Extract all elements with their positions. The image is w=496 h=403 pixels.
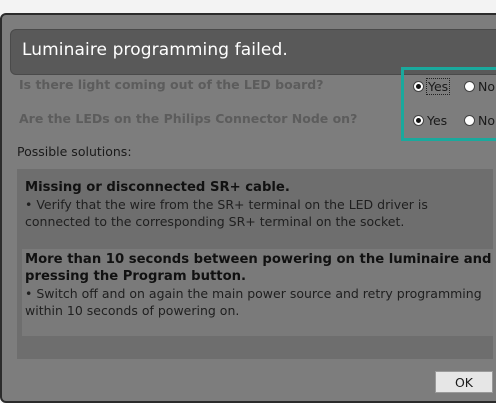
possible-solutions-heading: Possible solutions: [17, 144, 132, 159]
error-dialog: Luminaire programming failed. Is there l… [0, 13, 496, 403]
solutions-list[interactable]: Missing or disconnected SR+ cable. • Ver… [17, 169, 493, 359]
radio-label: Yes [427, 113, 448, 128]
question2-yes-radio[interactable]: Yes [413, 113, 447, 128]
answers-group: Yes No Yes No [401, 67, 496, 141]
radio-selected-icon [413, 81, 424, 92]
radio-label: No [478, 79, 495, 94]
question-light-from-led-board: Is there light coming out of the LED boa… [19, 77, 324, 92]
radio-unselected-icon [464, 115, 475, 126]
radio-selected-icon [413, 115, 424, 126]
solution-item: Missing or disconnected SR+ cable. • Ver… [25, 179, 487, 230]
solution-item: More than 10 seconds between powering on… [22, 249, 493, 336]
ok-button[interactable]: OK [435, 371, 493, 393]
solution-title: More than 10 seconds between powering on… [25, 252, 492, 284]
solution-detail: • Switch off and on again the main power… [25, 286, 482, 318]
dialog-title: Luminaire programming failed. [22, 40, 288, 60]
radio-unselected-icon [464, 81, 475, 92]
solution-detail: • Verify that the wire from the SR+ term… [25, 197, 428, 229]
question1-yes-radio[interactable]: Yes [413, 78, 451, 95]
radio-label: Yes [425, 78, 451, 95]
question2-no-radio[interactable]: No [464, 113, 495, 128]
solution-title: Missing or disconnected SR+ cable. [25, 180, 290, 195]
question1-no-radio[interactable]: No [464, 79, 495, 94]
question-leds-on-connector-node: Are the LEDs on the Philips Connector No… [19, 111, 358, 126]
radio-label: No [478, 113, 495, 128]
